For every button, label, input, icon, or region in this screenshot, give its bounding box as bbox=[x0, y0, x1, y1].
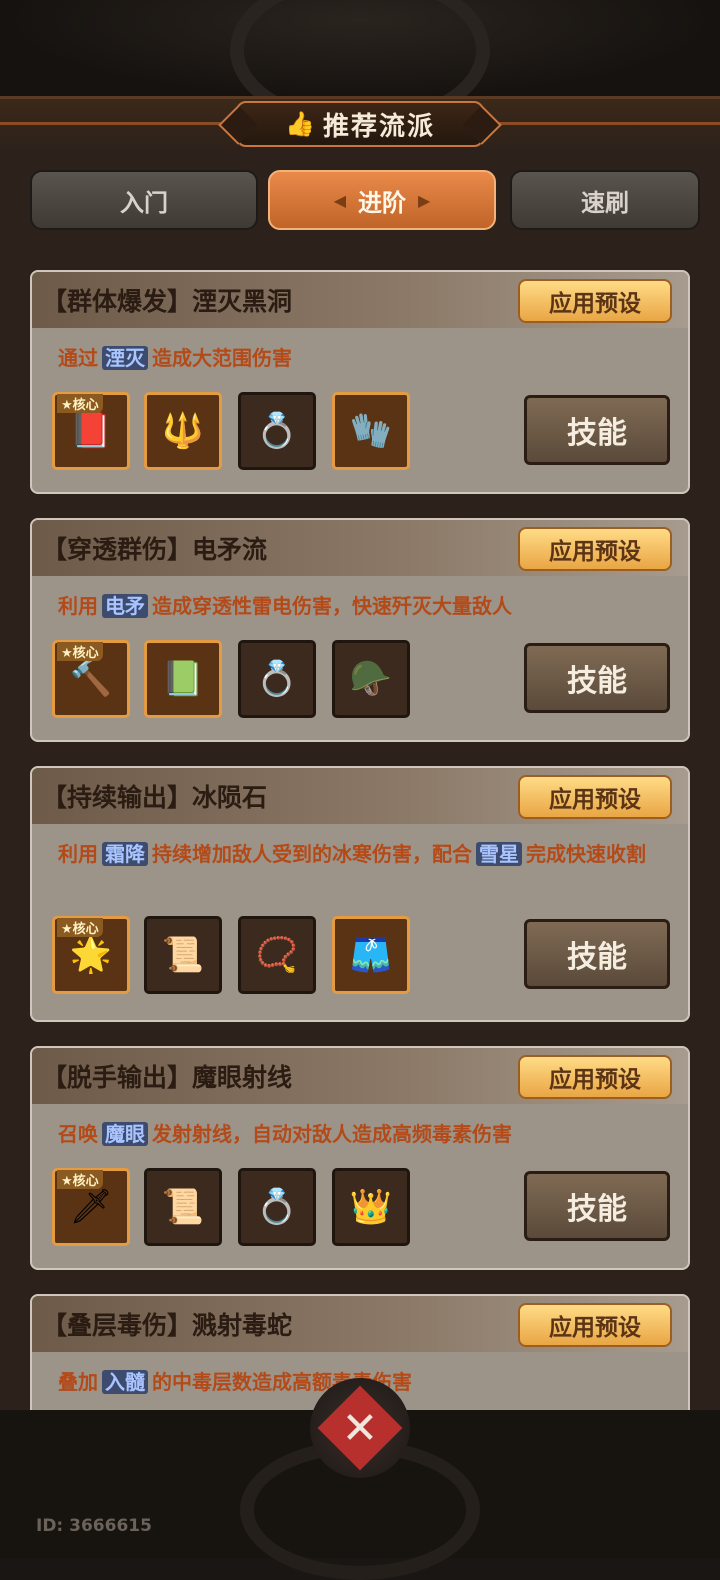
equipment-icon: 🩳 bbox=[349, 935, 393, 975]
apply-preset-button[interactable]: 应用预设 bbox=[518, 279, 672, 323]
build-description: 召唤 魔眼 发射射线，自动对敌人造成高频毒素伤害 bbox=[58, 1118, 668, 1150]
tab-bar: 入门 ◀ 进阶 ▶ 速刷 bbox=[30, 170, 700, 232]
equipment-slot[interactable]: ★核心 🌟 bbox=[52, 916, 130, 994]
keyword-tag: 湮灭 bbox=[102, 346, 148, 370]
top-background bbox=[0, 0, 720, 130]
tab-beginner[interactable]: 入门 bbox=[30, 170, 258, 230]
keyword-tag: 霜降 bbox=[102, 842, 148, 866]
panel-title: 👍 推荐流派 bbox=[236, 101, 484, 147]
build-title: 【群体爆发】湮灭黑洞 bbox=[42, 287, 293, 316]
equipment-icon: 🗡 bbox=[69, 1187, 113, 1227]
apply-preset-button[interactable]: 应用预设 bbox=[518, 1303, 672, 1347]
equipment-slot[interactable]: ★核心🗡 bbox=[52, 1168, 130, 1246]
apply-preset-button[interactable]: 应用预设 bbox=[518, 1055, 672, 1099]
equipment-slot[interactable]: 🧤 bbox=[332, 392, 410, 470]
thumbs-up-icon: 👍 bbox=[285, 110, 315, 138]
equipment-icon: 🔨 bbox=[69, 659, 113, 699]
keyword-tag: 雪星 bbox=[476, 842, 522, 866]
equipment-icon: 🌟 bbox=[69, 935, 113, 975]
build-card: 【持续输出】冰陨石 应用预设利用 霜降 持续增加敌人受到的冰寒伤害，配合 雪星 完成快速收… bbox=[30, 766, 690, 1022]
desc-text: 叠加 bbox=[58, 1370, 98, 1394]
core-badge: ★核心 bbox=[57, 394, 103, 413]
equipment-slot[interactable]: 📿 bbox=[238, 916, 316, 994]
apply-preset-button[interactable]: 应用预设 bbox=[518, 775, 672, 819]
build-description: 利用 霜降 持续增加敌人受到的冰寒伤害，配合 雪星 完成快速收割 bbox=[58, 838, 668, 870]
skill-button[interactable]: 技能 bbox=[524, 919, 670, 989]
equipment-slot[interactable]: 💍 bbox=[238, 392, 316, 470]
card-header: 【穿透群伤】电矛流 应用预设 bbox=[32, 520, 688, 576]
desc-text: 利用 bbox=[58, 594, 98, 618]
card-header: 【脱手输出】魔眼射线 应用预设 bbox=[32, 1048, 688, 1104]
desc-text: 造成大范围伤害 bbox=[152, 346, 292, 370]
desc-text: 持续增加敌人受到的冰寒伤害，配合 bbox=[152, 842, 472, 866]
keyword-tag: 电矛 bbox=[102, 594, 148, 618]
tab-beginner-label: 入门 bbox=[120, 188, 168, 217]
desc-text: 利用 bbox=[58, 842, 98, 866]
build-card: 【穿透群伤】电矛流 应用预设利用 电矛 造成穿透性雷电伤害，快速歼灭大量敌人 ★核心 🔨 📗… bbox=[30, 518, 690, 742]
skill-button[interactable]: 技能 bbox=[524, 643, 670, 713]
card-header: 【叠层毒伤】溅射毒蛇 应用预设 bbox=[32, 1296, 688, 1352]
desc-text: 召唤 bbox=[58, 1122, 98, 1146]
equipment-icon: 🔱 bbox=[161, 411, 205, 451]
core-badge: ★核心 bbox=[57, 642, 103, 661]
build-description: 通过 湮灭 造成大范围伤害 bbox=[58, 342, 668, 374]
build-title: 【叠层毒伤】溅射毒蛇 bbox=[42, 1311, 293, 1340]
equipment-slot[interactable]: 🔱 bbox=[144, 392, 222, 470]
equipment-slot[interactable]: 💍 bbox=[238, 640, 316, 718]
user-id: ID: 3666615 bbox=[36, 1516, 152, 1536]
desc-text: 通过 bbox=[58, 346, 98, 370]
skill-button[interactable]: 技能 bbox=[524, 1171, 670, 1241]
core-badge: ★核心 bbox=[57, 918, 103, 937]
keyword-tag: 入髓 bbox=[102, 1370, 148, 1394]
chevron-left-icon: ◀ bbox=[333, 190, 346, 210]
equipment-icon: 🧤 bbox=[349, 411, 393, 451]
title-line-left bbox=[0, 122, 236, 125]
title-line-right bbox=[484, 122, 720, 125]
apply-preset-button[interactable]: 应用预设 bbox=[518, 527, 672, 571]
equipment-slot[interactable]: 📜 bbox=[144, 1168, 222, 1246]
equipment-icon: 📜 bbox=[161, 1187, 205, 1227]
close-icon: ✕ bbox=[341, 1402, 379, 1454]
card-header: 【群体爆发】湮灭黑洞 应用预设 bbox=[32, 272, 688, 328]
tab-advanced[interactable]: ◀ 进阶 ▶ bbox=[268, 170, 496, 230]
build-card: 【脱手输出】魔眼射线 应用预设召唤 魔眼 发射射线，自动对敌人造成高频毒素伤害 ★核心 🗡… bbox=[30, 1046, 690, 1270]
build-title: 【脱手输出】魔眼射线 bbox=[42, 1063, 293, 1092]
desc-text: 造成穿透性雷电伤害，快速歼灭大量敌人 bbox=[152, 594, 512, 618]
equipment-icon: 🪖 bbox=[349, 659, 393, 699]
equipment-icon: 📗 bbox=[161, 659, 205, 699]
equipment-icon: 💍 bbox=[255, 659, 299, 699]
card-header: 【持续输出】冰陨石 应用预设 bbox=[32, 768, 688, 824]
core-badge: ★核心 bbox=[57, 1170, 103, 1189]
equipment-slot[interactable]: 💍 bbox=[238, 1168, 316, 1246]
chevron-right-icon: ▶ bbox=[418, 190, 431, 210]
equipment-slot[interactable]: 👑 bbox=[332, 1168, 410, 1246]
tab-speedrun-label: 速刷 bbox=[581, 188, 629, 217]
close-button[interactable]: ✕ bbox=[310, 1378, 410, 1478]
equipment-slot[interactable]: 🩳 bbox=[332, 916, 410, 994]
desc-text: 完成快速收割 bbox=[526, 842, 646, 866]
equipment-icon: 📿 bbox=[255, 935, 299, 975]
panel-title-text: 推荐流派 bbox=[322, 111, 435, 142]
build-card: 【群体爆发】湮灭黑洞 应用预设通过 湮灭 造成大范围伤害 ★核心 📕 🔱 💍 🧤 技能 bbox=[30, 270, 690, 494]
desc-text: 发射射线，自动对敌人造成高频毒素伤害 bbox=[152, 1122, 512, 1146]
equipment-icon: 💍 bbox=[255, 411, 299, 451]
close-icon-frame: ✕ bbox=[317, 1385, 403, 1471]
equipment-icon: 👑 bbox=[349, 1187, 393, 1227]
equipment-slot[interactable]: 📜 bbox=[144, 916, 222, 994]
equipment-icon: 📜 bbox=[161, 935, 205, 975]
keyword-tag: 魔眼 bbox=[102, 1122, 148, 1146]
equipment-slot[interactable]: ★核心 🔨 bbox=[52, 640, 130, 718]
build-title: 【穿透群伤】电矛流 bbox=[42, 535, 268, 564]
equipment-icon: 💍 bbox=[255, 1187, 299, 1227]
tab-speedrun[interactable]: 速刷 bbox=[510, 170, 700, 230]
equipment-icon: 📕 bbox=[69, 411, 113, 451]
equipment-slot[interactable]: 🪖 bbox=[332, 640, 410, 718]
equipment-slot[interactable]: 📗 bbox=[144, 640, 222, 718]
equipment-slot[interactable]: ★核心 📕 bbox=[52, 392, 130, 470]
skill-button[interactable]: 技能 bbox=[524, 395, 670, 465]
build-title: 【持续输出】冰陨石 bbox=[42, 783, 268, 812]
tab-advanced-label: 进阶 bbox=[358, 188, 406, 217]
build-description: 利用 电矛 造成穿透性雷电伤害，快速歼灭大量敌人 bbox=[58, 590, 668, 622]
